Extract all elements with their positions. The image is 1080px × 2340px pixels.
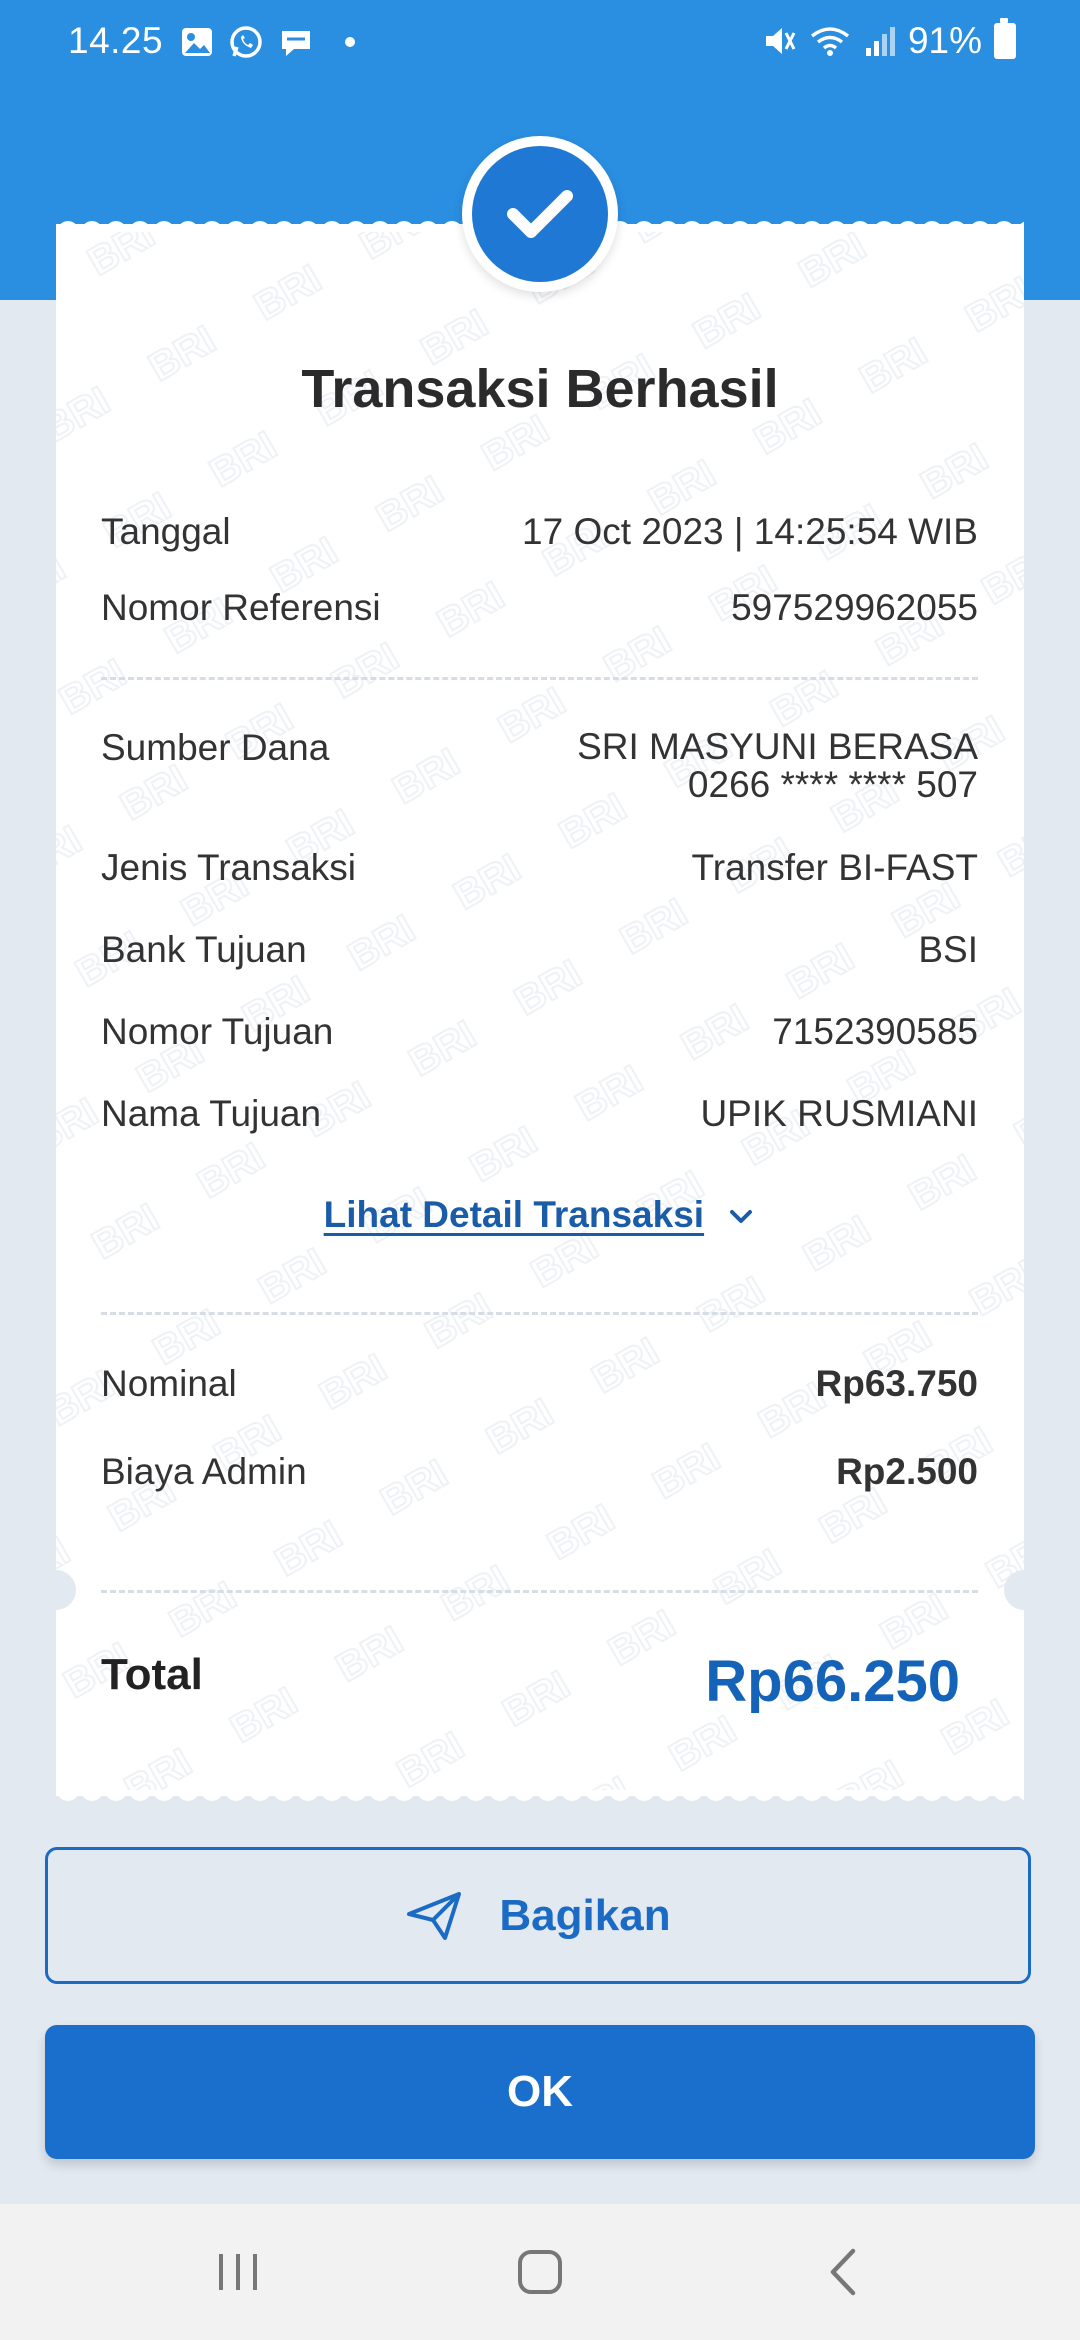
send-icon [407,1891,462,1940]
nama-tujuan-label: Nama Tujuan [101,1093,322,1134]
receipt-notch-right [1004,1570,1044,1610]
nominal-value: Rp63.750 [815,1363,979,1404]
row-sumber-dana: Sumber Dana SRI MASYUNI BERASA 0266 ****… [101,728,978,804]
nomor-tujuan-label: Nomor Tujuan [101,1011,334,1052]
nama-tujuan-value: UPIK RUSMIANI [700,1093,978,1134]
admin-value: Rp2.500 [836,1451,978,1492]
dot-icon [345,37,355,47]
jenis-value: Transfer BI-FAST [691,847,978,888]
chevron-down-icon [730,1210,753,1224]
divider [101,1312,978,1315]
recents-icon [219,2254,257,2290]
status-notification-icons [180,24,364,60]
row-nomor-tujuan: Nomor Tujuan 7152390585 [101,1012,978,1052]
sumber-value: SRI MASYUNI BERASA 0266 **** **** 507 [577,728,978,804]
status-system-icons: 91% [762,18,1016,62]
bank-value: BSI [918,929,978,970]
referensi-label: Nomor Referensi [101,587,381,628]
home-button[interactable] [480,2204,600,2340]
detail-link-label[interactable]: Lihat Detail Transaksi [324,1194,704,1235]
nomor-tujuan-value: 7152390585 [772,1011,978,1052]
status-time: 14.25 [68,20,164,61]
status-bar: 14.25 91% [0,0,1080,84]
system-nav-bar [0,2204,1080,2340]
referensi-value: 597529962055 [731,587,978,628]
chat-icon [282,31,310,56]
checkmark-icon [507,190,573,238]
row-referensi: Nomor Referensi 597529962055 [101,588,978,628]
sumber-name: SRI MASYUNI BERASA [577,726,978,767]
share-button[interactable]: Bagikan [45,1847,1031,1984]
receipt-scallop-bottom [56,1790,1024,1816]
admin-label: Biaya Admin [101,1451,307,1492]
bri-watermark: BRI [56,220,1024,1800]
receipt-card: BRI [56,220,1024,1800]
nominal-label: Nominal [101,1363,237,1404]
ok-button[interactable]: OK [45,2025,1035,2159]
gallery-icon [182,28,212,56]
row-bank-tujuan: Bank Tujuan BSI [101,930,978,970]
whatsapp-icon [230,26,262,58]
row-jenis-transaksi: Jenis Transaksi Transfer BI-FAST [101,848,978,888]
detail-transaction-link[interactable]: Lihat Detail Transaksi [0,1194,1080,1236]
total-label: Total [101,1650,203,1699]
share-button-label: Bagikan [499,1890,671,1940]
bank-label: Bank Tujuan [101,929,307,970]
mute-icon [765,28,796,54]
sumber-account: 0266 **** **** 507 [687,764,978,805]
tanggal-value: 17 Oct 2023 | 14:25:54 WIB [522,511,978,552]
tanggal-label: Tanggal [101,511,231,552]
divider [101,677,978,680]
back-button[interactable] [782,2204,902,2340]
success-badge [462,136,618,292]
row-nominal: Nominal Rp63.750 [101,1364,978,1404]
home-icon [518,2250,562,2294]
back-icon [830,2248,856,2296]
divider [101,1590,978,1593]
row-biaya-admin: Biaya Admin Rp2.500 [101,1452,978,1492]
wifi-icon [810,27,850,56]
total-value: Rp66.250 [705,1649,960,1714]
row-tanggal: Tanggal 17 Oct 2023 | 14:25:54 WIB [101,512,978,552]
battery-icon [994,18,1016,59]
ok-button-label: OK [507,2067,573,2116]
signal-icon [865,27,895,56]
jenis-label: Jenis Transaksi [101,847,356,888]
page-title: Transaksi Berhasil [301,359,779,419]
battery-percent: 91% [907,20,982,61]
recents-button[interactable] [178,2204,298,2340]
sumber-label: Sumber Dana [101,727,330,768]
row-nama-tujuan: Nama Tujuan UPIK RUSMIANI [101,1094,978,1134]
receipt-notch-left [36,1570,76,1610]
